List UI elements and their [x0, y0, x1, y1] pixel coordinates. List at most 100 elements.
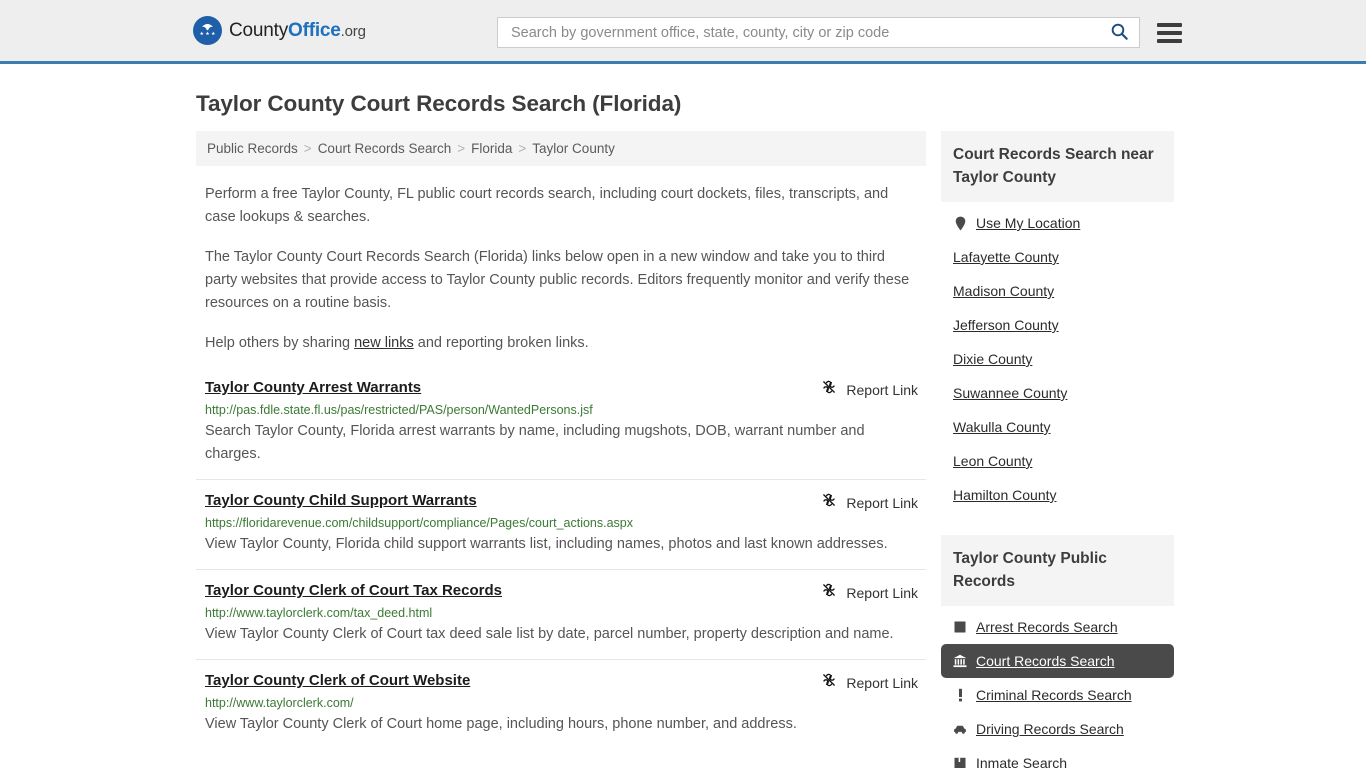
- sidebar-item-driving-records-search[interactable]: Driving Records Search: [941, 712, 1174, 746]
- broken-link-icon: [821, 492, 837, 513]
- eagle-shield-icon: [193, 16, 222, 45]
- search-input[interactable]: [509, 18, 1108, 47]
- public-records-heading: Taylor County Public Records: [941, 535, 1174, 606]
- breadcrumb-separator: >: [457, 141, 466, 156]
- page-title: Taylor County Court Records Search (Flor…: [196, 91, 682, 116]
- report-link-button[interactable]: Report Link: [821, 582, 918, 603]
- sidebar-item-label: Jefferson County: [953, 317, 1059, 333]
- new-links-link[interactable]: new links: [354, 335, 414, 351]
- sidebar-item-jefferson-county[interactable]: Jefferson County: [941, 308, 1174, 342]
- results-list: Taylor County Arrest Warrants http://pas…: [196, 373, 926, 749]
- content-columns: Public Records > Court Records Search > …: [196, 131, 1174, 768]
- breadcrumb-item-0[interactable]: Public Records: [207, 141, 298, 156]
- breadcrumb-separator: >: [303, 141, 312, 156]
- broken-link-icon: [821, 672, 837, 693]
- car-icon: [953, 722, 967, 737]
- sidebar-item-label: Leon County: [953, 453, 1033, 469]
- report-link-button[interactable]: Report Link: [821, 492, 918, 513]
- menu-bar-1: [1157, 22, 1182, 27]
- public-records-list: Arrest Records Search Court Records Sear…: [941, 606, 1174, 768]
- result-description: View Taylor County, Florida child suppor…: [205, 536, 888, 552]
- sidebar: Court Records Search near Taylor County …: [941, 131, 1174, 768]
- result-item: Taylor County Clerk of Court Tax Records…: [196, 569, 926, 659]
- sidebar-item-arrest-records-search[interactable]: Arrest Records Search: [941, 610, 1174, 644]
- search-box[interactable]: [497, 17, 1140, 48]
- sidebar-item-label: Inmate Search: [976, 755, 1068, 768]
- intro-p3-after: and reporting broken links.: [413, 335, 589, 351]
- breadcrumb-item-1[interactable]: Court Records Search: [318, 141, 452, 156]
- breadcrumb-separator: >: [518, 141, 527, 156]
- nearby-section-heading: Court Records Search near Taylor County: [941, 131, 1174, 202]
- header-search-area: [497, 17, 1182, 48]
- intro-section: Perform a free Taylor County, FL public …: [196, 183, 926, 355]
- result-description: View Taylor County Clerk of Court tax de…: [205, 626, 894, 642]
- sidebar-item-madison-county[interactable]: Madison County: [941, 274, 1174, 308]
- sidebar-item-label: Arrest Records Search: [976, 619, 1118, 635]
- sidebar-item-label: Dixie County: [953, 351, 1033, 367]
- sidebar-item-court-records-search[interactable]: Court Records Search: [941, 644, 1174, 678]
- breadcrumb: Public Records > Court Records Search > …: [196, 131, 926, 166]
- sidebar-item-label: Suwannee County: [953, 385, 1068, 401]
- logo-wordmark: CountyOffice.org: [229, 20, 366, 42]
- sidebar-item-inmate-search[interactable]: Inmate Search: [941, 746, 1174, 768]
- sidebar-item-label: Court Records Search: [976, 653, 1115, 669]
- site-header: CountyOffice.org: [0, 0, 1366, 64]
- main-column: Public Records > Court Records Search > …: [196, 131, 926, 749]
- result-title[interactable]: Taylor County Child Support Warrants: [205, 492, 477, 509]
- broken-link-icon: [821, 379, 837, 400]
- result-url: http://www.taylorclerk.com/: [205, 696, 354, 710]
- result-title[interactable]: Taylor County Arrest Warrants: [205, 379, 421, 396]
- result-url: http://pas.fdle.state.fl.us/pas/restrict…: [205, 403, 593, 417]
- inmate-icon: [953, 756, 967, 768]
- report-link-label: Report Link: [846, 674, 918, 691]
- sidebar-item-dixie-county[interactable]: Dixie County: [941, 342, 1174, 376]
- result-title[interactable]: Taylor County Clerk of Court Tax Records: [205, 582, 502, 599]
- report-link-button[interactable]: Report Link: [821, 672, 918, 693]
- site-logo[interactable]: CountyOffice.org: [193, 16, 366, 45]
- courthouse-icon: [953, 654, 967, 669]
- sidebar-item-suwannee-county[interactable]: Suwannee County: [941, 376, 1174, 410]
- sidebar-item-label: Madison County: [953, 283, 1055, 299]
- page-container: Taylor County Court Records Search (Flor…: [0, 91, 1366, 768]
- search-button[interactable]: [1108, 22, 1131, 44]
- logo-text-org: .org: [340, 22, 366, 40]
- result-url: https://floridarevenue.com/childsupport/…: [205, 516, 634, 530]
- broken-link-icon: [821, 582, 837, 603]
- breadcrumb-item-2[interactable]: Florida: [471, 141, 512, 156]
- logo-text-office: Office: [288, 19, 341, 41]
- menu-bar-3: [1157, 38, 1182, 43]
- hamburger-menu-icon[interactable]: [1157, 19, 1182, 47]
- sidebar-item-hamilton-county[interactable]: Hamilton County: [941, 478, 1174, 512]
- report-link-label: Report Link: [846, 494, 918, 511]
- result-item: Taylor County Child Support Warrants htt…: [196, 479, 926, 569]
- square-icon: [953, 620, 967, 635]
- report-link-button[interactable]: Report Link: [821, 379, 918, 400]
- intro-paragraph-1: Perform a free Taylor County, FL public …: [205, 186, 889, 225]
- intro-p3-before: Help others by sharing: [205, 335, 355, 351]
- search-icon: [1110, 22, 1129, 44]
- sidebar-item-label: Hamilton County: [953, 487, 1057, 503]
- sidebar-item-label: Use My Location: [976, 215, 1081, 231]
- sidebar-item-use-my-location[interactable]: Use My Location: [941, 206, 1174, 240]
- logo-text-county: County: [229, 19, 289, 41]
- breadcrumb-item-3[interactable]: Taylor County: [532, 141, 615, 156]
- sidebar-item-label: Lafayette County: [953, 249, 1059, 265]
- result-description: Search Taylor County, Florida arrest war…: [205, 423, 865, 462]
- result-title[interactable]: Taylor County Clerk of Court Website: [205, 672, 470, 689]
- sidebar-item-label: Criminal Records Search: [976, 687, 1132, 703]
- public-records-section: Taylor County Public Records Arrest Reco…: [941, 535, 1174, 768]
- result-item: Taylor County Arrest Warrants http://pas…: [196, 373, 926, 479]
- nearby-list: Use My Location Lafayette County Madison…: [941, 202, 1174, 512]
- report-link-label: Report Link: [846, 381, 918, 398]
- sidebar-item-leon-county[interactable]: Leon County: [941, 444, 1174, 478]
- sidebar-item-label: Wakulla County: [953, 419, 1051, 435]
- report-link-label: Report Link: [846, 584, 918, 601]
- map-pin-icon: [953, 216, 967, 231]
- intro-paragraph-3: Help others by sharing new links and rep…: [205, 332, 917, 355]
- result-url: http://www.taylorclerk.com/tax_deed.html: [205, 606, 433, 620]
- sidebar-item-criminal-records-search[interactable]: Criminal Records Search: [941, 678, 1174, 712]
- sidebar-item-lafayette-county[interactable]: Lafayette County: [941, 240, 1174, 274]
- sidebar-item-wakulla-county[interactable]: Wakulla County: [941, 410, 1174, 444]
- menu-bar-2: [1157, 30, 1182, 35]
- sidebar-item-label: Driving Records Search: [976, 721, 1124, 737]
